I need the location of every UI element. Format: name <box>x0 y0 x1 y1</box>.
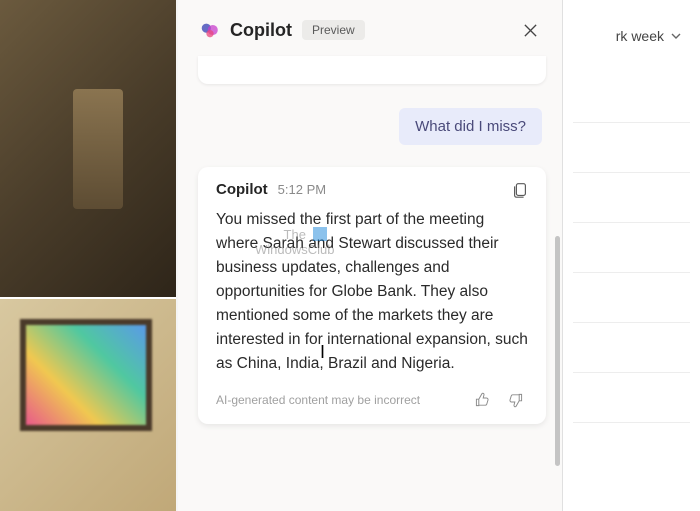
thumbs-down-button[interactable] <box>504 388 528 412</box>
thumbs-up-icon <box>474 392 490 408</box>
thumbs-up-button[interactable] <box>470 388 494 412</box>
video-tile[interactable] <box>0 299 176 511</box>
scrollbar[interactable] <box>555 236 560 466</box>
response-header: Copilot 5:12 PM <box>216 181 528 198</box>
video-gallery <box>0 0 176 511</box>
video-tile[interactable] <box>0 0 176 299</box>
response-body: You missed the first part of the meeting… <box>216 208 528 376</box>
calendar-view-switcher[interactable]: rk week <box>616 28 682 44</box>
response-footer: AI-generated content may be incorrect <box>216 388 528 412</box>
close-button[interactable] <box>518 18 542 42</box>
copilot-response-card: Copilot 5:12 PM You missed the first par… <box>198 167 546 424</box>
conversation-area: What did I miss? Copilot 5:12 PM You mis… <box>178 56 562 511</box>
close-icon <box>523 23 538 38</box>
copilot-logo-icon <box>198 18 222 42</box>
calendar-area: rk week <box>563 0 700 511</box>
response-time: 5:12 PM <box>278 182 326 197</box>
thumbs-down-icon <box>508 392 524 408</box>
copy-button[interactable] <box>508 179 532 203</box>
user-message-bubble[interactable]: What did I miss? <box>399 108 542 145</box>
view-label: rk week <box>616 28 664 44</box>
panel-title: Copilot <box>230 20 292 41</box>
copy-icon <box>511 181 529 199</box>
response-sender: Copilot <box>216 181 268 198</box>
calendar-grid[interactable] <box>573 122 690 511</box>
ai-disclaimer-text: AI-generated content may be incorrect <box>216 393 460 407</box>
previous-message-card[interactable] <box>198 56 546 84</box>
preview-badge: Preview <box>302 20 365 40</box>
panel-header: Copilot Preview <box>178 0 562 56</box>
copilot-panel: Copilot Preview What did I miss? Copilot… <box>178 0 563 511</box>
chevron-down-icon <box>670 30 682 42</box>
